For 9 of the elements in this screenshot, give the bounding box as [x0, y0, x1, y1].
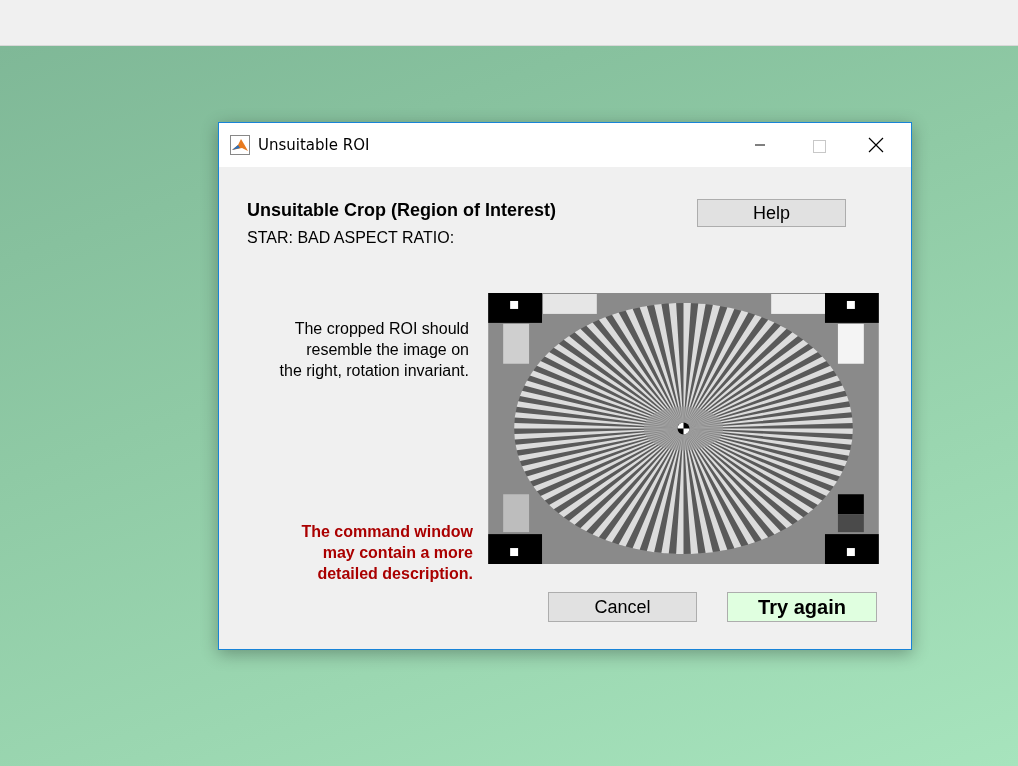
- help-button[interactable]: Help: [697, 199, 846, 227]
- cancel-button[interactable]: Cancel: [548, 592, 697, 622]
- error-subheading: STAR: BAD ASPECT RATIO:: [247, 229, 456, 247]
- app-icon: [230, 135, 250, 155]
- window-title: Unsuitable ROI: [258, 136, 371, 154]
- description-text: The cropped ROI should resemble the image on the right, rotation invariant.: [279, 319, 469, 381]
- warning-note: The command window may contain a more detailed description.: [301, 522, 473, 584]
- dialog-heading: Unsuitable Crop (Region of Interest): [247, 200, 556, 221]
- try-again-button[interactable]: Try again: [727, 592, 877, 622]
